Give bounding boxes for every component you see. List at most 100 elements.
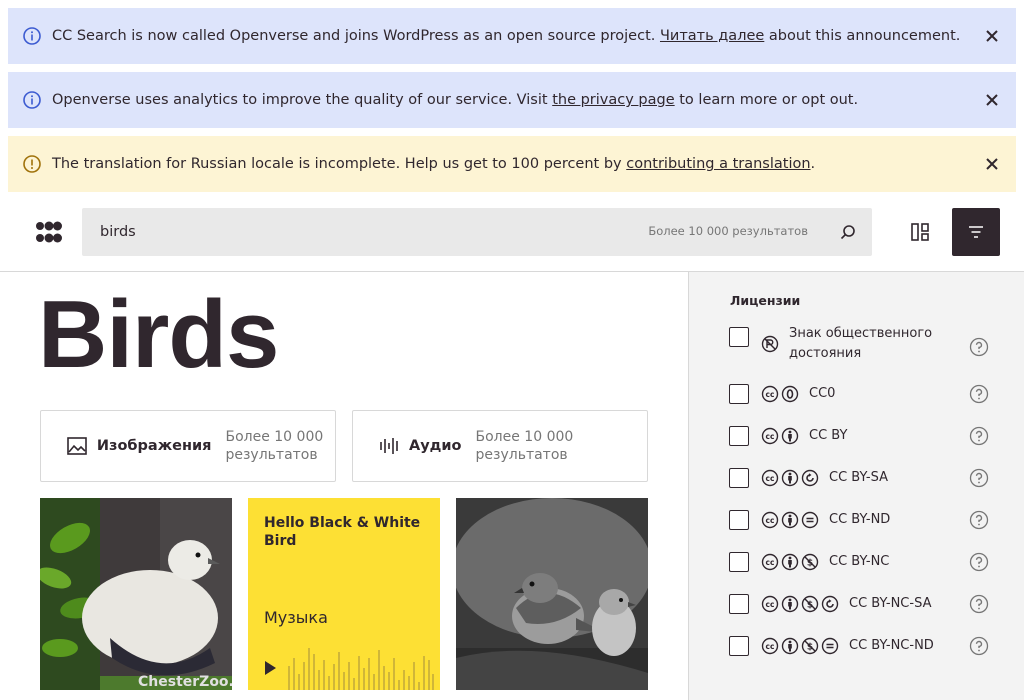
tab-audio[interactable]: Аудио Более 10 000 результатов: [352, 410, 648, 482]
content-types-button[interactable]: [896, 208, 944, 256]
filter-icon: [969, 226, 983, 238]
info-icon: [22, 90, 42, 110]
close-icon[interactable]: [980, 24, 1004, 48]
cc-icon: cc: [761, 637, 779, 655]
help-icon: [969, 510, 989, 530]
license-label: Знак общественного достояния: [789, 326, 933, 361]
tab-count: Более 10 000 результатов: [225, 429, 324, 463]
license-label: CC BY-NC: [829, 554, 890, 569]
by-icon: [781, 595, 799, 613]
license-checkbox[interactable]: [729, 552, 749, 572]
license-label: CC0: [809, 386, 836, 401]
image-result-sparrows[interactable]: [456, 498, 648, 690]
filter-button[interactable]: [952, 208, 1000, 256]
license-label: CC BY-ND: [829, 512, 891, 527]
by-icon: [781, 427, 799, 445]
tab-label: Аудио: [409, 438, 462, 454]
translation-banner: The translation for Russian locale is in…: [8, 136, 1016, 192]
license-option-cc-by-nc-nd[interactable]: cc $ CC BY-NC-ND: [729, 636, 989, 656]
info-icon: [22, 26, 42, 46]
svg-text:cc: cc: [766, 474, 775, 483]
search-input[interactable]: [82, 208, 622, 256]
license-label: CC BY: [809, 428, 848, 443]
privacy-page-link[interactable]: the privacy page: [552, 92, 674, 108]
cc-icon: cc: [761, 427, 779, 445]
license-option-cc-by-sa[interactable]: cc CC BY-SA: [729, 468, 989, 488]
warning-icon: [22, 154, 42, 174]
analytics-banner: Openverse uses analytics to improve the …: [8, 72, 1016, 128]
watermark-text: ChesterZoo.: [138, 674, 232, 690]
help-icon: [969, 337, 989, 357]
tab-images[interactable]: Изображения Более 10 000 результатов: [40, 410, 336, 482]
audio-title: Hello Black & White Bird: [264, 515, 421, 549]
cc-icon: cc: [761, 595, 779, 613]
help-icon: [969, 636, 989, 656]
nd-icon: [801, 511, 819, 529]
close-icon[interactable]: [980, 88, 1004, 112]
license-option-cc0[interactable]: cc CC0: [729, 384, 989, 404]
license-option-cc-by[interactable]: cc CC BY: [729, 426, 989, 446]
result-count: Более 10 000 результатов: [648, 224, 808, 238]
license-option-cc-by-nc-sa[interactable]: cc $ CC BY-NC-SA: [729, 594, 989, 614]
nc-icon: $: [801, 637, 819, 655]
by-icon: [781, 469, 799, 487]
announcement-banner: CC Search is now called Openverse and jo…: [8, 8, 1016, 64]
by-icon: [781, 511, 799, 529]
cc-icon: cc: [761, 385, 779, 403]
banner-text: Openverse uses analytics to improve the …: [52, 92, 859, 108]
public-domain-icon: [761, 335, 779, 353]
license-checkbox[interactable]: [729, 384, 749, 404]
nc-icon: $: [801, 553, 819, 571]
filter-sidebar: Лицензии Знак общественного достояния cc…: [688, 272, 1024, 700]
help-icon: [969, 384, 989, 404]
cc-icon: cc: [761, 553, 779, 571]
page-title: Birds: [38, 281, 279, 388]
close-icon[interactable]: [980, 152, 1004, 176]
openverse-logo-icon[interactable]: [36, 220, 62, 244]
license-option-cc-by-nc[interactable]: cc $ CC BY-NC: [729, 552, 989, 572]
nd-icon: [821, 637, 839, 655]
contribute-translation-link[interactable]: contributing a translation: [626, 156, 810, 172]
read-more-link[interactable]: Читать далее: [660, 28, 764, 44]
audio-result-card[interactable]: Hello Black & White Bird Музыка: [248, 498, 440, 690]
nc-icon: $: [801, 595, 819, 613]
zero-icon: [781, 385, 799, 403]
svg-text:cc: cc: [766, 642, 775, 651]
play-icon[interactable]: [262, 660, 278, 676]
license-option-pdm[interactable]: Знак общественного достояния: [729, 324, 989, 364]
licenses-heading: Лицензии: [730, 293, 801, 308]
waveform[interactable]: [288, 644, 434, 690]
search-icon[interactable]: [836, 220, 860, 244]
by-icon: [781, 637, 799, 655]
license-label: CC BY-SA: [829, 470, 888, 485]
svg-text:cc: cc: [766, 390, 775, 399]
tab-label: Изображения: [96, 438, 212, 454]
license-option-cc-by-nd[interactable]: cc CC BY-ND: [729, 510, 989, 530]
svg-text:cc: cc: [766, 432, 775, 441]
sa-icon: [801, 469, 819, 487]
banner-text: CC Search is now called Openverse and jo…: [52, 28, 961, 44]
license-checkbox[interactable]: [729, 426, 749, 446]
cc-icon: cc: [761, 469, 779, 487]
help-icon: [969, 594, 989, 614]
image-result-pigeon[interactable]: ChesterZoo.: [40, 498, 232, 690]
audio-genre: Музыка: [264, 608, 328, 627]
help-icon: [969, 468, 989, 488]
svg-text:cc: cc: [766, 600, 775, 609]
svg-text:cc: cc: [766, 516, 775, 525]
help-icon: [969, 552, 989, 572]
license-checkbox[interactable]: [729, 636, 749, 656]
layout-icon: [911, 223, 929, 241]
search-box: Более 10 000 результатов: [82, 208, 872, 256]
image-icon: [67, 435, 89, 457]
license-checkbox[interactable]: [729, 468, 749, 488]
license-checkbox[interactable]: [729, 327, 749, 347]
banner-text: The translation for Russian locale is in…: [52, 156, 816, 172]
license-label: CC BY-NC-ND: [849, 638, 934, 653]
license-label: CC BY-NC-SA: [849, 596, 932, 611]
license-checkbox[interactable]: [729, 594, 749, 614]
by-icon: [781, 553, 799, 571]
license-checkbox[interactable]: [729, 510, 749, 530]
audio-icon: [379, 435, 401, 457]
svg-text:cc: cc: [766, 558, 775, 567]
